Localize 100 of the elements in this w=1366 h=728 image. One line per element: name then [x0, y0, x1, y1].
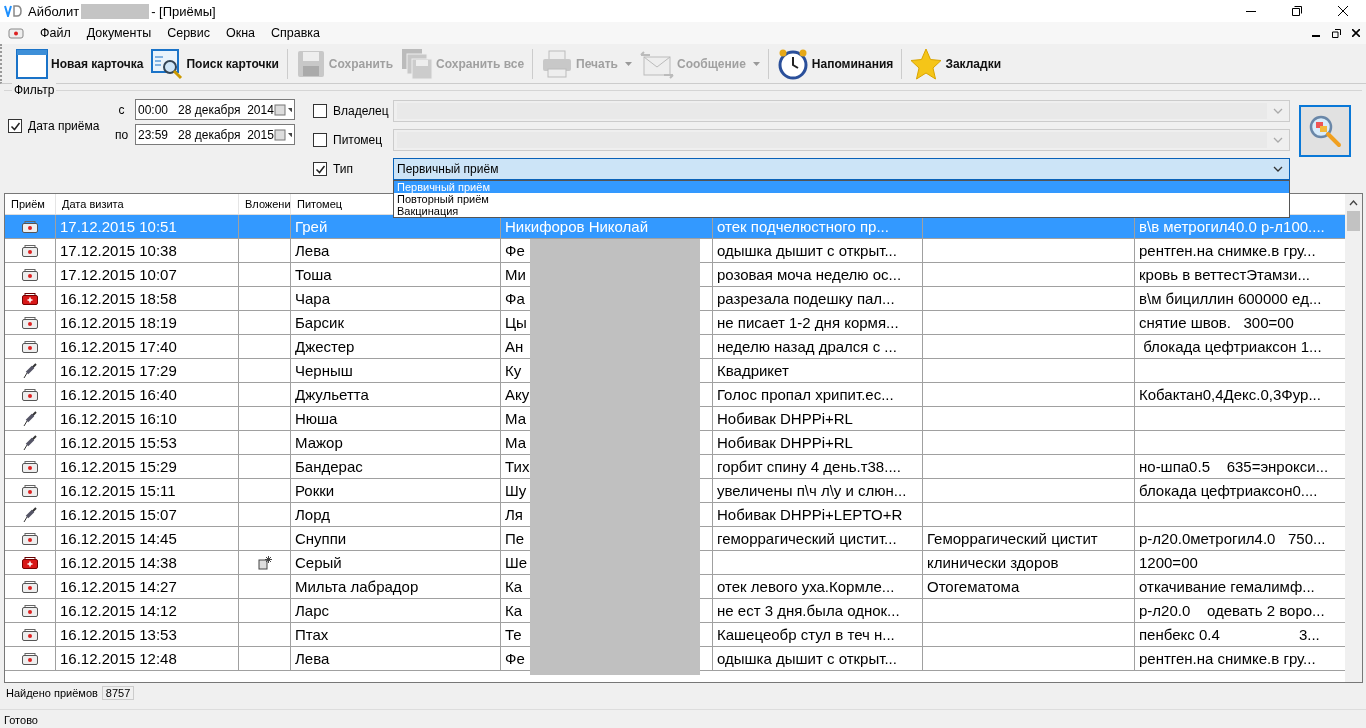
type-dropdown[interactable]: Первичный приём — [393, 158, 1290, 180]
table-cell: Лева — [291, 239, 501, 262]
table-cell: отек подчелюстного пр... — [713, 215, 923, 238]
table-cell: 16.12.2015 13:53 — [56, 623, 239, 646]
table-cell: не писает 1-2 дня кормя... — [713, 311, 923, 334]
table-cell: 16.12.2015 17:40 — [56, 335, 239, 358]
found-count: 8757 — [101, 686, 135, 700]
table-cell: Лева — [291, 647, 501, 670]
checkbox[interactable]: Питомец — [313, 133, 393, 147]
table-cell: Птах — [291, 623, 501, 646]
chevron-icon — [1273, 166, 1283, 172]
table-cell: Лорд — [291, 503, 501, 526]
table-cell: Отогематома — [923, 575, 1135, 598]
table-cell: Мажор — [291, 431, 501, 454]
table-cell: 16.12.2015 15:29 — [56, 455, 239, 478]
toolbar-button[interactable]: Напоминания — [772, 45, 898, 82]
table-cell: Мильта лабрадор — [291, 575, 501, 598]
table-cell: 17.12.2015 10:51 — [56, 215, 239, 238]
table-cell: Чара — [291, 287, 501, 310]
table-cell: клинически здоров — [923, 551, 1135, 574]
app-logo-icon — [4, 5, 22, 17]
dropdown-option[interactable]: Вакцинация — [394, 205, 1289, 217]
scroll-up-icon[interactable] — [1349, 200, 1358, 206]
vertical-scrollbar[interactable] — [1345, 194, 1362, 682]
table-cell: неделю назад дрался с ... — [713, 335, 923, 358]
found-label: Найдено приёмов — [6, 687, 98, 699]
search-button[interactable] — [1299, 105, 1351, 157]
menu-item[interactable]: Сервис — [159, 26, 218, 40]
table-cell: одышка дышит с открыт... — [713, 239, 923, 262]
restore-icon — [1292, 6, 1302, 16]
window-title: Айболит — [28, 3, 80, 19]
table-cell: 16.12.2015 16:40 — [56, 383, 239, 406]
search-icon — [1308, 114, 1342, 148]
table-cell: Кашецеобр стул в теч н... — [713, 623, 923, 646]
table-cell: 16.12.2015 12:48 — [56, 647, 239, 670]
table-cell: Голос пропал хрипит.ес... — [713, 383, 923, 406]
table-cell: 16.12.2015 14:27 — [56, 575, 239, 598]
table-cell: Тоша — [291, 263, 501, 286]
document-icon[interactable] — [8, 27, 24, 39]
table-cell: Нобивак DHPPi+LEPTO+R — [713, 503, 923, 526]
chevron-icon — [1273, 108, 1283, 114]
table-cell: Джестер — [291, 335, 501, 358]
table-cell: Рокки — [291, 479, 501, 502]
menu-item[interactable]: Окна — [218, 26, 264, 40]
floppy-disks-icon — [401, 47, 434, 80]
date-picker[interactable]: 00:00 28 декабря 2014 — [135, 99, 295, 120]
table-cell: геморрагический цистит... — [713, 527, 923, 550]
table-cell: Нобивак DHPPi+RL — [713, 431, 923, 454]
toolbar-button[interactable]: Закладки — [906, 45, 1005, 82]
close-icon — [1352, 29, 1360, 37]
table-cell: Черныш — [291, 359, 501, 382]
table-cell: не ест 3 дня.была однок... — [713, 599, 923, 622]
table-cell: 16.12.2015 18:19 — [56, 311, 239, 334]
table-cell: Квадрикет — [713, 359, 923, 382]
table-cell: 17.12.2015 10:07 — [56, 263, 239, 286]
table-cell: 16.12.2015 14:12 — [56, 599, 239, 622]
dropdown-option[interactable]: Повторный приём — [394, 193, 1289, 205]
check-icon — [9, 120, 21, 132]
calendar-icon[interactable] — [273, 103, 292, 116]
toolbar-button[interactable]: Новая карточка — [12, 45, 148, 82]
menu-item[interactable]: Документы — [78, 26, 160, 40]
table-cell: 16.12.2015 18:58 — [56, 287, 239, 310]
check-icon — [314, 163, 326, 175]
table-cell: Снуппи — [291, 527, 501, 550]
search-card-icon — [151, 47, 184, 80]
status-text: Готово — [4, 714, 38, 726]
table-cell: 16.12.2015 17:29 — [56, 359, 239, 382]
close-icon — [1338, 6, 1348, 16]
date-picker[interactable]: 23:59 28 декабря 2015 — [135, 124, 295, 145]
table-cell: разрезала подешку пал... — [713, 287, 923, 310]
scrollbar-thumb[interactable] — [1347, 211, 1360, 231]
toolbar-button[interactable]: Поиск карточки — [147, 45, 283, 82]
table-cell: 17.12.2015 10:38 — [56, 239, 239, 262]
from-label: с — [117, 102, 126, 117]
table-cell: увеличены п\ч л\у и слюн... — [713, 479, 923, 502]
menu-item[interactable]: Справка — [263, 26, 329, 40]
checkbox[interactable]: Тип — [313, 162, 393, 176]
table-cell: Бандерас — [291, 455, 501, 478]
envelope-icon — [639, 48, 674, 79]
redaction-block — [81, 3, 150, 19]
table-cell: одышка дышит с открыт... — [713, 647, 923, 670]
alarm-clock-icon — [776, 47, 809, 80]
calendar-icon[interactable] — [273, 128, 292, 141]
table-cell: 16.12.2015 15:07 — [56, 503, 239, 526]
table-cell: 16.12.2015 14:38 — [56, 551, 239, 574]
table-cell: 16.12.2015 16:10 — [56, 407, 239, 430]
window-title-suffix: - [Приёмы] — [151, 3, 216, 19]
menu-item[interactable]: Файл — [32, 26, 79, 40]
table-cell: Нюша — [291, 407, 501, 430]
table-cell: розовая моча неделю ос... — [713, 263, 923, 286]
checkbox[interactable]: Дата приёма — [8, 119, 100, 133]
checkbox[interactable]: Владелец — [313, 104, 393, 118]
column-header[interactable]: Дата визита — [62, 198, 124, 210]
column-header[interactable]: Приём — [11, 198, 45, 210]
chevron-icon — [1273, 137, 1283, 143]
column-header[interactable]: Питомец — [297, 198, 343, 210]
table-cell: Геморрагический цистит — [923, 527, 1135, 550]
column-header[interactable]: Вложени — [245, 198, 290, 210]
star-icon — [910, 47, 943, 80]
printer-icon — [541, 48, 574, 79]
